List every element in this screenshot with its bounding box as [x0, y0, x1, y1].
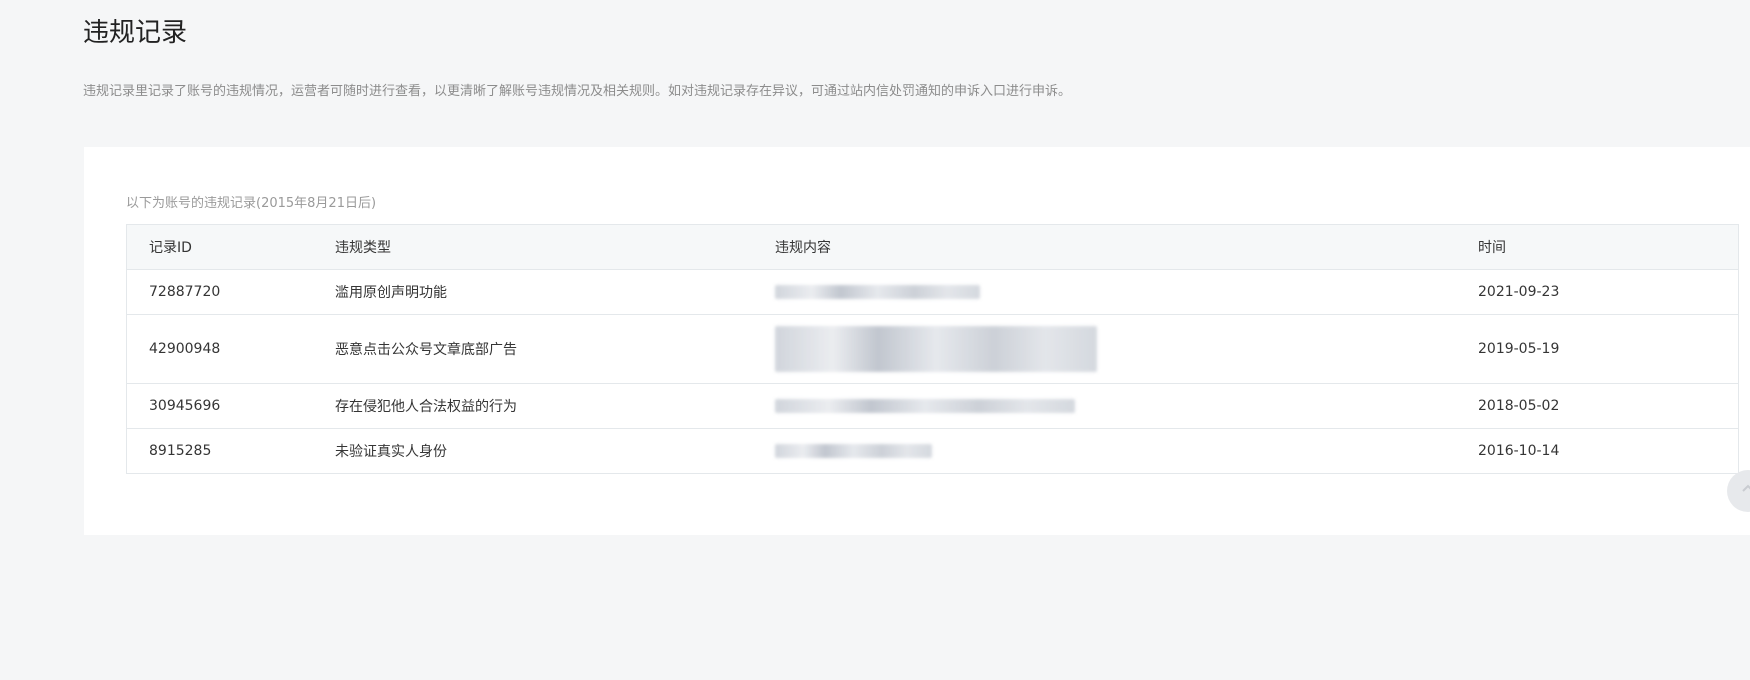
table-row: 8915285 未验证真实人身份 2016-10-14 [126, 428, 1739, 474]
record-id: 42900948 [126, 314, 335, 384]
redacted-content [775, 444, 932, 458]
table-row: 30945696 存在侵犯他人合法权益的行为 2018-05-02 [126, 383, 1739, 429]
redacted-content [775, 399, 1075, 413]
page-title: 违规记录 [83, 18, 188, 48]
violation-records-table: 记录ID 违规类型 违规内容 时间 72887720 滥用原创声明功能 2021… [126, 224, 1739, 474]
scroll-top-icon [1739, 479, 1750, 504]
violation-type-link[interactable]: 存在侵犯他人合法权益的行为 [335, 383, 775, 429]
record-time: 2019-05-19 [1478, 314, 1739, 384]
record-id: 30945696 [126, 383, 335, 429]
table-row: 72887720 滥用原创声明功能 2021-09-23 [126, 269, 1739, 315]
header-violation-content: 违规内容 [775, 224, 1478, 270]
records-card: 以下为账号的违规记录(2015年8月21日后) 记录ID 违规类型 违规内容 时… [84, 147, 1750, 535]
header-time: 时间 [1478, 224, 1739, 270]
violation-type-link[interactable]: 滥用原创声明功能 [335, 269, 775, 315]
header-violation-type: 违规类型 [335, 224, 775, 270]
violation-type-link[interactable]: 未验证真实人身份 [335, 428, 775, 474]
violation-content [775, 383, 1478, 429]
violation-content [775, 314, 1478, 384]
table-header-row: 记录ID 违规类型 违规内容 时间 [126, 224, 1739, 270]
record-id: 72887720 [126, 269, 335, 315]
violation-content [775, 269, 1478, 315]
violation-type-link[interactable]: 恶意点击公众号文章底部广告 [335, 314, 775, 384]
table-row: 42900948 恶意点击公众号文章底部广告 2019-05-19 [126, 314, 1739, 384]
record-time: 2018-05-02 [1478, 383, 1739, 429]
record-time: 2016-10-14 [1478, 428, 1739, 474]
page-description: 违规记录里记录了账号的违规情况，运营者可随时进行查看，以更清晰了解账号违规情况及… [83, 84, 1072, 99]
violation-content [775, 428, 1478, 474]
record-id: 8915285 [126, 428, 335, 474]
table-caption: 以下为账号的违规记录(2015年8月21日后) [126, 196, 377, 211]
redacted-content [775, 326, 1097, 372]
redacted-content [775, 285, 980, 299]
header-record-id: 记录ID [126, 224, 335, 270]
record-time: 2021-09-23 [1478, 269, 1739, 315]
